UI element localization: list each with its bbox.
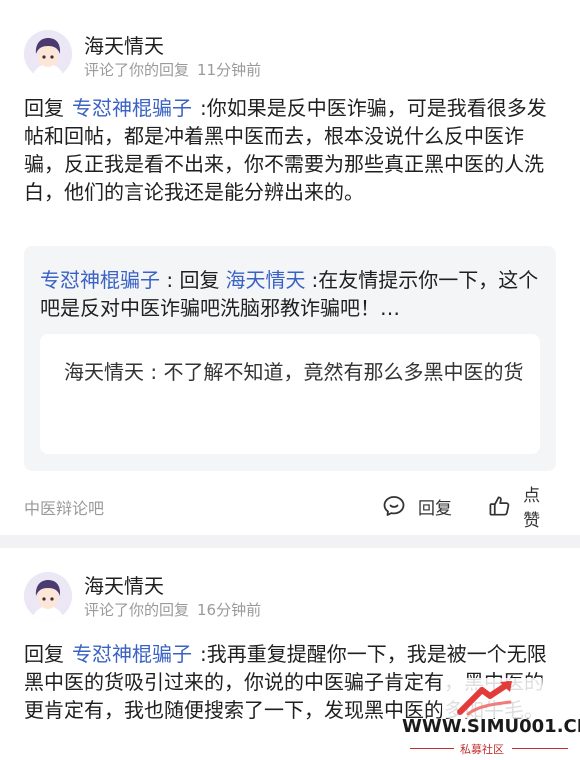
action-text: 评论了你的回复 <box>84 601 190 619</box>
like-button[interactable]: 点赞 <box>488 486 556 531</box>
avatar[interactable] <box>24 572 72 620</box>
like-label: 点赞 <box>523 486 541 531</box>
avatar[interactable] <box>24 30 72 78</box>
original-comment-text: 海天情天 : 不了解不知道，竟然有那么多黑中医的货 <box>64 358 524 386</box>
watermark-divider <box>512 748 568 749</box>
original-separator: : <box>144 360 164 384</box>
original-author: 海天情天 <box>64 360 144 384</box>
comment-bubble-icon <box>383 496 405 516</box>
watermark: WWW.SIMU001.CN 私募社区 <box>402 678 580 760</box>
watermark-subtitle: 私募社区 <box>460 743 504 756</box>
timestamp: 11分钟前 <box>197 61 262 79</box>
forum-link[interactable]: 中医辩论吧 <box>24 495 104 519</box>
quote-reply-prefix: 回复 <box>179 268 220 292</box>
comment-meta: 评论了你的回复 16分钟前 <box>84 599 261 620</box>
quote-separator: : <box>160 268 180 292</box>
watermark-divider <box>410 748 454 749</box>
quoted-reply[interactable]: 专怼神棍骗子 : 回复 海天情天:在友情提示你一下，这个吧是反对中医诈骗吧洗脑邪教… <box>24 246 556 471</box>
reply-prefix: 回复 <box>24 642 64 666</box>
mention-link[interactable]: 专怼神棍骗子 <box>72 642 192 666</box>
action-text: 评论了你的回复 <box>84 61 190 79</box>
comment-footer: 中医辩论吧 回复 点赞 <box>24 486 556 531</box>
username[interactable]: 海天情天 <box>84 30 164 59</box>
reply-button[interactable]: 回复 <box>382 492 452 520</box>
watermark-url: WWW.SIMU001.CN <box>402 716 580 737</box>
comment-card[interactable]: 海天情天 评论了你的回复 11分钟前 回复 专怼神棍骗子:你如果是反中医诈骗，可是我… <box>0 0 580 535</box>
original-comment-box[interactable]: 海天情天 : 不了解不知道，竟然有那么多黑中医的货 <box>40 334 540 454</box>
quote-author-link[interactable]: 专怼神棍骗子 <box>40 268 160 292</box>
original-body: 不了解不知道，竟然有那么多黑中医的货 <box>163 360 524 384</box>
timestamp: 16分钟前 <box>197 601 262 619</box>
quote-text: 专怼神棍骗子 : 回复 海天情天:在友情提示你一下，这个吧是反对中医诈骗吧洗脑邪教… <box>40 266 540 322</box>
reply-prefix: 回复 <box>24 96 64 120</box>
card-separator <box>0 535 580 548</box>
watermark-logo <box>442 678 542 718</box>
reply-label: 回复 <box>418 498 452 519</box>
comment-meta: 评论了你的回复 11分钟前 <box>84 59 261 80</box>
comment-body[interactable]: 回复 专怼神棍骗子:你如果是反中医诈骗，可是我看很多发帖和回帖，都是冲着黑中医而去… <box>24 94 556 206</box>
thumbs-up-icon <box>489 496 510 516</box>
quote-mention-link[interactable]: 海天情天 <box>225 268 305 292</box>
username[interactable]: 海天情天 <box>84 570 164 599</box>
mention-link[interactable]: 专怼神棍骗子 <box>72 96 192 120</box>
